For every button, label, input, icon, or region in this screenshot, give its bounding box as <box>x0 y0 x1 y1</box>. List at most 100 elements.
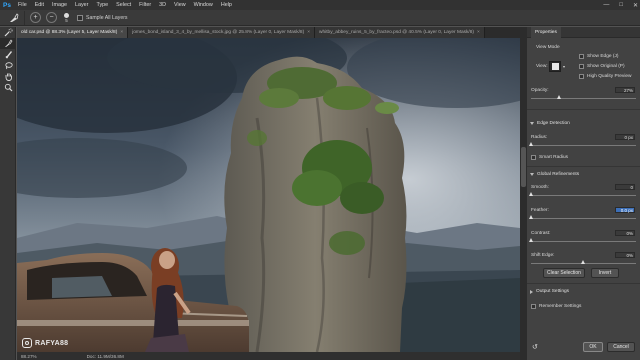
menu-view[interactable]: View <box>170 2 190 8</box>
menu-edit[interactable]: Edit <box>31 2 48 8</box>
close-tab-icon[interactable]: × <box>307 30 310 35</box>
radius-label: Radius: <box>531 135 548 140</box>
quick-selection-icon[interactable] <box>0 27 16 38</box>
instagram-icon <box>22 338 32 348</box>
radius-slider-track[interactable] <box>531 145 636 146</box>
brush-size-value: 5 <box>65 17 68 23</box>
opacity-label: Opacity: <box>531 88 549 93</box>
opacity-slider-thumb[interactable] <box>556 95 561 99</box>
remember-settings-label: Remember Settings <box>539 304 582 309</box>
chevron-down-icon[interactable]: ▾ <box>563 64 565 69</box>
document-canvas[interactable] <box>17 38 520 352</box>
smooth-slider-track[interactable] <box>531 195 636 196</box>
smart-radius-checkbox[interactable] <box>531 155 536 160</box>
radius-slider-thumb[interactable] <box>528 142 533 146</box>
smooth-input[interactable]: 0 <box>615 184 635 190</box>
subtract-from-selection-button[interactable]: − <box>46 12 57 23</box>
zoom-icon[interactable] <box>0 82 16 93</box>
menu-type[interactable]: Type <box>92 2 112 8</box>
refine-brush-icon[interactable] <box>0 38 16 49</box>
tab-whitby-abbey[interactable]: whitby_abbey_ruins_5_by_fracteo.psd @ 40… <box>315 27 485 38</box>
clear-selection-button[interactable]: Clear Selection <box>543 268 585 278</box>
edge-detection-header[interactable]: Edge Detection <box>530 121 570 126</box>
feather-slider-track[interactable] <box>531 218 636 219</box>
menu-window[interactable]: Window <box>190 2 217 8</box>
feather-input[interactable]: 0.0 px <box>615 207 635 213</box>
tab-bond-island[interactable]: jomes_bond_island_3_4_by_mellisa_stock.j… <box>128 27 316 38</box>
tab-old-car[interactable]: old car.psd @ 88.3% (Layer 5, Layer Mask… <box>17 27 129 38</box>
menu-image[interactable]: Image <box>48 2 71 8</box>
hand-icon[interactable] <box>0 71 16 82</box>
edge-detection-label: Edge Detection <box>537 121 570 126</box>
show-edge-label: Show Edge (J) <box>587 54 619 59</box>
divider <box>527 166 640 167</box>
maximize-button[interactable]: □ <box>619 2 623 8</box>
lasso-icon[interactable] <box>0 60 16 71</box>
canvas-scrollbar[interactable] <box>520 27 527 360</box>
contrast-slider-track[interactable] <box>531 241 636 242</box>
close-tab-icon[interactable]: × <box>477 30 480 35</box>
tab-label: jomes_bond_island_3_4_by_mellisa_stock.j… <box>132 30 305 35</box>
window-controls: — □ ✕ <box>603 0 638 10</box>
smooth-slider-thumb[interactable] <box>528 192 533 196</box>
panel-header: Properties <box>527 26 640 38</box>
view-mode-heading: View Mode <box>536 45 560 50</box>
photoshop-logo: Ps <box>3 1 11 9</box>
remember-settings-checkbox[interactable] <box>531 304 536 309</box>
divider <box>527 109 640 110</box>
ok-button[interactable]: OK <box>583 342 603 352</box>
high-quality-checkbox[interactable] <box>579 74 584 79</box>
scrollbar-thumb[interactable] <box>521 147 526 187</box>
global-refinements-header[interactable]: Global Refinements <box>530 172 579 177</box>
contrast-input[interactable]: 0% <box>615 230 635 236</box>
watermark: RAFYA88 <box>22 338 68 348</box>
high-quality-label: High Quality Preview <box>587 74 632 79</box>
sample-all-layers-label: Sample All Layers <box>86 14 128 21</box>
status-bar: 88.27% Doc: 11.9M/36.8M <box>17 352 520 360</box>
document-tabs: old car.psd @ 88.3% (Layer 5, Layer Mask… <box>17 27 520 38</box>
opacity-slider-track[interactable] <box>531 98 636 99</box>
properties-panel: Properties View Mode View: ▾ Show Edge (… <box>527 26 640 360</box>
radius-input[interactable]: 0 px <box>615 134 635 140</box>
view-label: View: <box>536 64 548 69</box>
smart-radius-label: Smart Radius <box>539 155 569 160</box>
brush-size-picker[interactable]: 5 <box>64 12 69 23</box>
feather-label: Feather: <box>531 208 549 213</box>
sample-all-layers-checkbox[interactable] <box>77 14 83 21</box>
zoom-level[interactable]: 88.27% <box>21 354 37 359</box>
output-settings-label: Output Settings <box>536 289 570 294</box>
menu-help[interactable]: Help <box>217 2 236 8</box>
feather-slider-thumb[interactable] <box>528 215 533 219</box>
global-refinements-label: Global Refinements <box>537 172 580 177</box>
document-size: Doc: 11.9M/36.8M <box>86 353 124 359</box>
toolbox <box>0 27 16 360</box>
menu-select[interactable]: Select <box>112 2 135 8</box>
contrast-label: Contrast: <box>531 231 551 236</box>
minimize-button[interactable]: — <box>603 2 609 8</box>
cancel-button[interactable]: Cancel <box>607 342 635 352</box>
shift-edge-input[interactable]: 0% <box>615 252 635 258</box>
collapse-icon <box>530 289 533 294</box>
show-original-checkbox[interactable] <box>579 64 584 69</box>
smooth-label: Smooth: <box>531 185 549 190</box>
close-button[interactable]: ✕ <box>633 2 638 9</box>
composite-image <box>17 38 520 352</box>
close-tab-icon[interactable]: × <box>120 30 123 35</box>
refine-brush-icon[interactable] <box>3 10 25 25</box>
invert-button[interactable]: Invert <box>591 268 619 278</box>
add-to-selection-button[interactable]: + <box>30 12 41 23</box>
contrast-slider-thumb[interactable] <box>528 238 533 242</box>
reset-icon[interactable]: ↺ <box>532 343 538 351</box>
menu-file[interactable]: File <box>14 2 31 8</box>
menu-3d[interactable]: 3D <box>155 2 170 8</box>
menu-filter[interactable]: Filter <box>135 2 155 8</box>
output-settings-header[interactable]: Output Settings <box>530 289 569 294</box>
brush-icon[interactable] <box>0 49 16 60</box>
properties-tab[interactable]: Properties <box>531 26 561 38</box>
watermark-text: RAFYA88 <box>35 339 69 347</box>
shift-edge-slider-thumb[interactable] <box>581 260 585 264</box>
view-mode-dropdown[interactable] <box>549 61 561 72</box>
menu-layer[interactable]: Layer <box>71 2 93 8</box>
opacity-input[interactable]: 27% <box>615 87 635 93</box>
show-edge-checkbox[interactable] <box>579 54 584 59</box>
